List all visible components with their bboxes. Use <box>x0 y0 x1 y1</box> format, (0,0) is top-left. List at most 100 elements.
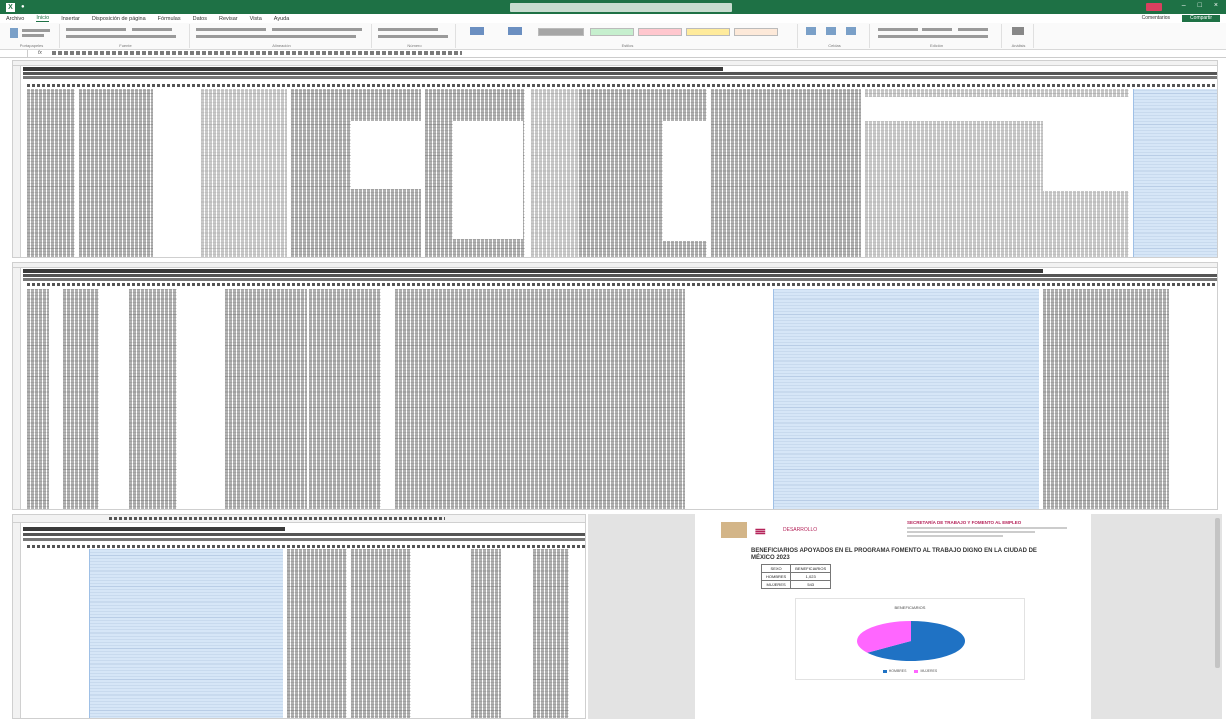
paste-icon[interactable] <box>10 28 18 38</box>
group-label: Número <box>407 43 422 48</box>
style-calc[interactable] <box>734 28 778 36</box>
chart-legend: HOMBRES MUJERES <box>796 669 1024 673</box>
data-column[interactable] <box>129 289 177 509</box>
data-column[interactable] <box>711 89 861 257</box>
pie-chart[interactable]: BENEFICIARIOS HOMBRES MUJERES <box>795 598 1025 680</box>
ribbon-group-styles[interactable]: Estilos <box>458 24 798 48</box>
selected-range[interactable] <box>1133 89 1217 257</box>
tab-ayuda[interactable]: Ayuda <box>274 16 290 22</box>
data-column[interactable] <box>471 549 501 718</box>
column-headers <box>13 61 1217 66</box>
ribbon: Portapapeles Fuente Alineación Número Es… <box>0 23 1226 50</box>
header-secretaria: SECRETARÍA DE TRABAJO Y FOMENTO AL EMPLE… <box>907 520 1022 525</box>
header-row <box>27 283 1217 286</box>
formula-bar: fx <box>0 50 1226 58</box>
cdmx-logo-icon: 𝍢 <box>755 522 766 537</box>
table-cell: MUJERES <box>760 580 792 589</box>
table-cell: 1,023 <box>790 572 832 581</box>
legend-item: HOMBRES <box>882 669 906 673</box>
data-column[interactable] <box>225 289 307 509</box>
tab-insertar[interactable]: Insertar <box>61 16 80 22</box>
column-headers <box>13 263 1217 268</box>
data-column[interactable] <box>63 289 99 509</box>
table-cell: 543 <box>790 580 832 589</box>
data-column[interactable] <box>309 289 381 509</box>
formula-input[interactable] <box>52 51 462 55</box>
title-bar: X ● – □ × <box>0 0 1226 14</box>
style-bad[interactable] <box>638 28 682 36</box>
style-neutral[interactable] <box>686 28 730 36</box>
user-avatar[interactable] <box>1146 3 1162 11</box>
maximize-icon[interactable]: □ <box>1198 2 1202 9</box>
minimize-icon[interactable]: – <box>1182 2 1186 9</box>
tab-revisar[interactable]: Revisar <box>219 16 238 22</box>
group-label: Fuente <box>119 43 132 48</box>
data-column[interactable] <box>201 89 287 257</box>
data-column[interactable] <box>27 89 75 257</box>
formula-text <box>109 517 445 520</box>
analyze-data-icon[interactable] <box>1012 27 1024 35</box>
header-row <box>27 545 585 548</box>
share-button[interactable]: Compartir <box>1182 15 1220 22</box>
preview-page: 𝍢 DESARROLLO SECRETARÍA DE TRABAJO Y FOM… <box>695 514 1091 719</box>
logo-text: DESARROLLO <box>783 527 818 533</box>
autosave-toggle[interactable]: ● <box>21 4 25 10</box>
table-header: SEXO <box>760 564 792 573</box>
data-column[interactable] <box>287 549 347 718</box>
format-table-icon[interactable] <box>508 27 522 35</box>
summary-table: SEXO BENEFICIARIOS HOMBRES 1,023 MUJERES… <box>760 564 832 589</box>
row-headers <box>13 268 21 509</box>
excel-logo-icon: X <box>6 2 15 12</box>
data-column[interactable] <box>533 549 569 718</box>
sheet-pane-3[interactable] <box>12 514 586 719</box>
data-column[interactable] <box>395 289 685 509</box>
ribbon-group-analysis[interactable]: Análisis <box>1004 24 1034 48</box>
table-cell: HOMBRES <box>760 572 792 581</box>
tab-archivo[interactable]: Archivo <box>6 16 24 22</box>
data-column[interactable] <box>79 89 153 257</box>
ribbon-group-cells[interactable]: Celdas <box>800 24 870 48</box>
style-normal[interactable] <box>538 28 584 36</box>
tab-formulas[interactable]: Fórmulas <box>158 16 181 22</box>
group-label: Alineación <box>272 43 291 48</box>
ribbon-group-number[interactable]: Número <box>374 24 456 48</box>
tab-vista[interactable]: Vista <box>250 16 262 22</box>
header-info: SECRETARÍA DE TRABAJO Y FOMENTO AL EMPLE… <box>907 520 1067 537</box>
group-label: Edición <box>929 43 944 48</box>
group-label: Análisis <box>1011 43 1026 48</box>
group-label: Celdas <box>828 43 841 48</box>
tab-inicio[interactable]: Inicio <box>36 15 50 22</box>
row-headers <box>13 66 21 257</box>
group-label: Portapapeles <box>19 43 44 48</box>
style-good[interactable] <box>590 28 634 36</box>
ribbon-tabs: Archivo Inicio Insertar Disposición de p… <box>0 14 1226 23</box>
close-icon[interactable]: × <box>1214 2 1218 9</box>
group-label: Estilos <box>621 43 634 48</box>
ribbon-group-editing[interactable]: Edición <box>872 24 1002 48</box>
ribbon-group-clipboard[interactable]: Portapapeles <box>4 24 60 48</box>
preview-scrollbar[interactable] <box>1215 518 1220 668</box>
ribbon-group-alignment[interactable]: Alineación <box>192 24 372 48</box>
table-header: BENEFICIARIOS <box>790 564 832 573</box>
fx-label: fx <box>38 50 42 56</box>
selected-range[interactable] <box>773 289 1039 509</box>
data-column[interactable] <box>531 89 579 257</box>
selected-range[interactable] <box>89 549 283 718</box>
legend-item: MUJERES <box>914 669 937 673</box>
sheet-pane-2[interactable] <box>12 262 1218 510</box>
tab-disposicion[interactable]: Disposición de página <box>92 16 146 22</box>
data-column[interactable] <box>1043 289 1169 509</box>
comments-button[interactable]: Comentarios <box>1142 15 1170 21</box>
header-row <box>27 84 1217 87</box>
name-box[interactable] <box>4 50 28 57</box>
government-logo-icon <box>721 522 747 538</box>
data-column[interactable] <box>351 549 411 718</box>
print-preview-pane[interactable]: 𝍢 DESARROLLO SECRETARÍA DE TRABAJO Y FOM… <box>588 514 1222 719</box>
report-title: BENEFICIARIOS APOYADOS EN EL PROGRAMA FO… <box>751 548 1037 561</box>
data-column[interactable] <box>27 289 49 509</box>
ribbon-group-font[interactable]: Fuente <box>62 24 190 48</box>
sheet-pane-1[interactable] <box>12 60 1218 258</box>
tab-datos[interactable]: Datos <box>193 16 207 22</box>
conditional-format-icon[interactable] <box>470 27 484 35</box>
search-box[interactable] <box>510 3 732 12</box>
